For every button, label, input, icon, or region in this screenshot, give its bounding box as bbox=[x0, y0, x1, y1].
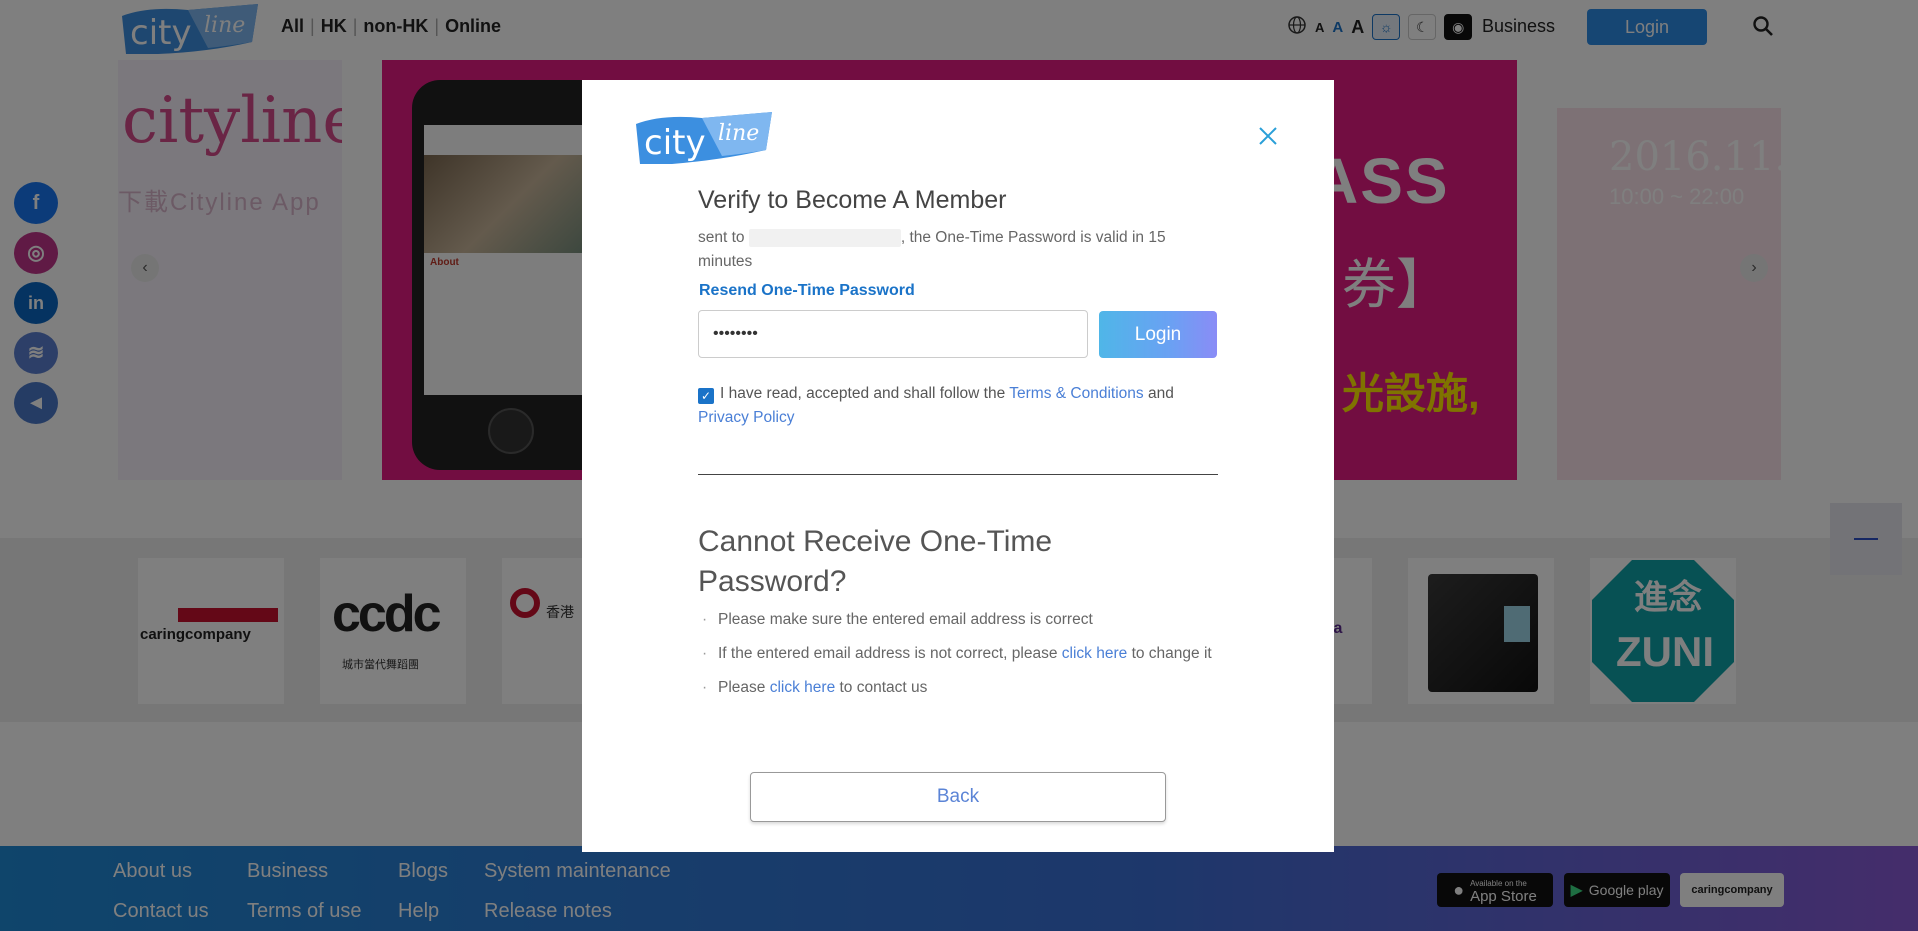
modal-logo-city-text: city bbox=[644, 123, 706, 163]
tip-text: to change it bbox=[1131, 645, 1212, 662]
agree-checkbox[interactable]: ✓ bbox=[698, 388, 714, 404]
agree-text: I have read, accepted and shall follow t… bbox=[720, 385, 1006, 402]
divider bbox=[698, 474, 1218, 475]
modal-cityline-logo: city line bbox=[632, 108, 776, 171]
resend-otp-link[interactable]: Resend One-Time Password bbox=[699, 282, 915, 300]
verify-modal: city line Verify to Become A Member sent… bbox=[582, 80, 1334, 852]
list-item: Please make sure the entered email addre… bbox=[698, 608, 1218, 632]
contact-us-link[interactable]: click here bbox=[770, 679, 835, 696]
change-email-link[interactable]: click here bbox=[1062, 645, 1127, 662]
terms-link[interactable]: Terms & Conditions bbox=[1009, 385, 1143, 402]
tips-list: Please make sure the entered email addre… bbox=[698, 608, 1218, 710]
tip-text: to contact us bbox=[839, 679, 928, 696]
list-item: Please click here to contact us bbox=[698, 676, 1218, 700]
otp-login-button[interactable]: Login bbox=[1099, 311, 1217, 358]
otp-input[interactable]: •••••••• bbox=[698, 310, 1088, 358]
close-icon[interactable] bbox=[1254, 124, 1282, 152]
modal-title: Verify to Become A Member bbox=[698, 186, 1007, 214]
privacy-link[interactable]: Privacy Policy bbox=[698, 409, 794, 426]
back-button[interactable]: Back bbox=[750, 772, 1166, 822]
tip-text: Please bbox=[718, 679, 766, 696]
tip-text: Please make sure the entered email addre… bbox=[718, 611, 1093, 628]
sent-prefix: sent to bbox=[698, 229, 745, 246]
list-item: If the entered email address is not corr… bbox=[698, 642, 1218, 666]
and-text: and bbox=[1147, 385, 1174, 402]
cannot-receive-title: Cannot Receive One-Time Password? bbox=[698, 525, 1053, 598]
tip-text: If the entered email address is not corr… bbox=[718, 645, 1058, 662]
masked-email bbox=[748, 228, 901, 247]
agreement: ✓ I have read, accepted and shall follow … bbox=[698, 382, 1218, 430]
modal-logo-line-text: line bbox=[718, 121, 759, 146]
otp-sent-message: sent to , the One-Time Password is valid… bbox=[698, 226, 1190, 274]
